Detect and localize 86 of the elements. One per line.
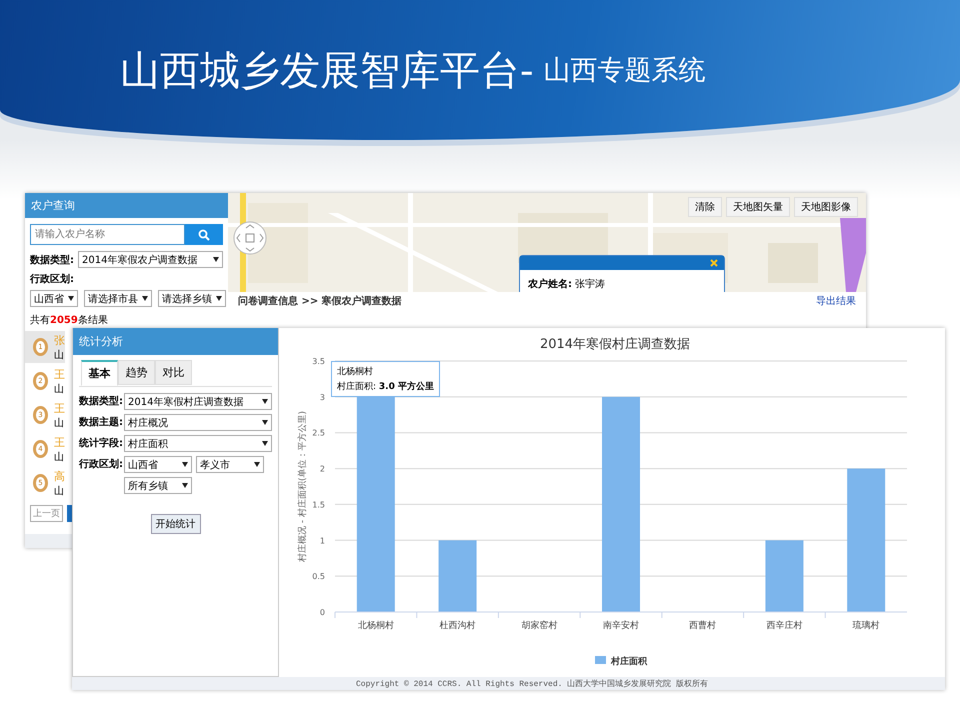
export-link[interactable]: 导出结果: [816, 294, 856, 308]
y-tick-label: 0: [320, 608, 325, 617]
bar[interactable]: [847, 468, 886, 612]
x-tick-label: 杜西沟村: [440, 621, 476, 631]
farmer-name: 王: [54, 400, 65, 416]
caret-icon: [182, 483, 188, 488]
field-label: 数据类型:: [79, 394, 121, 409]
y-tick-label: 1: [320, 536, 325, 546]
y-tick-label: 3: [320, 392, 325, 402]
search-icon: [198, 228, 210, 240]
x-tick-label: 琉璃村: [852, 621, 880, 631]
x-tick-label: 西辛庄村: [766, 621, 802, 631]
field-label: 统计字段:: [79, 436, 121, 451]
tab[interactable]: 对比: [155, 360, 192, 385]
farmer-place: 山: [54, 450, 65, 464]
bar[interactable]: [602, 396, 640, 612]
y-tick-label: 2.5: [312, 428, 325, 438]
caret-icon: [262, 399, 268, 404]
y-tick-label: 0.5: [312, 572, 325, 582]
x-tick-label: 北杨桐村: [358, 621, 394, 631]
next-page-button[interactable]: [67, 505, 72, 522]
start-button[interactable]: 开始统计: [150, 514, 200, 534]
select-field[interactable]: 2014年寒假村庄调查数据: [124, 393, 272, 410]
panel-footer: [25, 534, 72, 548]
map-button[interactable]: 天地图影像: [794, 197, 858, 217]
select-field[interactable]: 所有乡镇: [124, 477, 192, 494]
farmer-place: 山: [54, 416, 65, 430]
close-icon[interactable]: [710, 259, 718, 267]
prev-page-button[interactable]: 上一页: [30, 505, 63, 522]
caret-icon: [68, 296, 74, 301]
panel-title: 统计分析: [73, 328, 278, 355]
farmer-name: 王: [54, 434, 65, 450]
caret-icon: [182, 462, 188, 467]
tab[interactable]: 趋势: [118, 360, 155, 385]
caret-icon: [262, 420, 268, 425]
farmer-name: 高: [54, 468, 65, 484]
breadcrumb: 问卷调查信息 >> 寒假农户调查数据: [238, 294, 402, 308]
farmer-name: 张: [54, 332, 65, 348]
result-count: 共有2059条结果: [30, 314, 108, 327]
caret-icon: [213, 257, 219, 262]
x-tick-label: 西曹村: [689, 621, 716, 631]
data-type-select[interactable]: 2014年寒假农户调查数据: [78, 251, 223, 268]
copyright-text: Copyright © 2014 CCRS. All Rights Reserved. 山西大学中国城乡发展研究院 版权所有: [356, 678, 708, 689]
field-label: 数据类型:: [30, 254, 74, 266]
region-select[interactable]: 山西省: [30, 290, 78, 307]
field-label: 行政区划:: [79, 458, 121, 472]
map-button[interactable]: 天地图矢量: [726, 197, 790, 217]
caret-icon: [142, 296, 148, 301]
x-tick-label: 南辛安村: [603, 621, 639, 631]
bar[interactable]: [356, 396, 395, 612]
y-tick-label: 2: [320, 464, 325, 474]
caret-icon: [216, 296, 222, 301]
search-field[interactable]: 请输入农户名称: [30, 224, 185, 245]
bar[interactable]: [438, 540, 477, 612]
x-tick-label: 胡家窑村: [521, 621, 558, 631]
select-field[interactable]: 村庄面积: [124, 435, 272, 452]
caret-icon: [262, 441, 268, 446]
field-label: 行政区划:: [30, 272, 74, 286]
legend-swatch: [595, 656, 606, 664]
field-label: 数据主题:: [79, 415, 121, 430]
region-select[interactable]: 请选择市县: [84, 290, 152, 307]
farmer-place: 山: [54, 484, 65, 498]
tab[interactable]: 基本: [81, 360, 118, 386]
caret-icon: [254, 462, 260, 467]
slide-title: 山西城乡发展智库平台-: [120, 46, 534, 96]
y-tick-label: 3.5: [312, 357, 325, 366]
search-button[interactable]: [185, 224, 223, 245]
chart-title: 2014年寒假村庄调查数据: [540, 337, 690, 352]
select-field[interactable]: 孝义市: [196, 456, 264, 473]
farmer-name-field: 农户姓名: 张宇涛: [520, 270, 724, 292]
tooltip-value: 村庄面积: 3.0 平方公里: [337, 380, 434, 393]
panel-title: 农户查询: [25, 193, 228, 218]
y-axis-title: 村庄概况 - 村庄面积(单位：平方公里): [298, 411, 308, 562]
bar[interactable]: [765, 540, 804, 612]
pan-control-icon[interactable]: [233, 221, 267, 255]
farmer-name: 王: [54, 366, 65, 382]
farmer-place: 山: [54, 382, 65, 396]
legend-label[interactable]: 村庄面积: [611, 657, 647, 667]
slide-subtitle: 山西专题系统: [544, 54, 706, 88]
map-button[interactable]: 清除: [688, 197, 722, 217]
tooltip-title: 北杨桐村: [337, 366, 374, 378]
y-tick-label: 1.5: [312, 500, 325, 510]
region-select[interactable]: 请选择乡镇: [158, 290, 226, 307]
select-field[interactable]: 山西省: [124, 456, 192, 473]
select-field[interactable]: 村庄概况: [124, 414, 272, 431]
farmer-place: 山: [54, 348, 65, 362]
